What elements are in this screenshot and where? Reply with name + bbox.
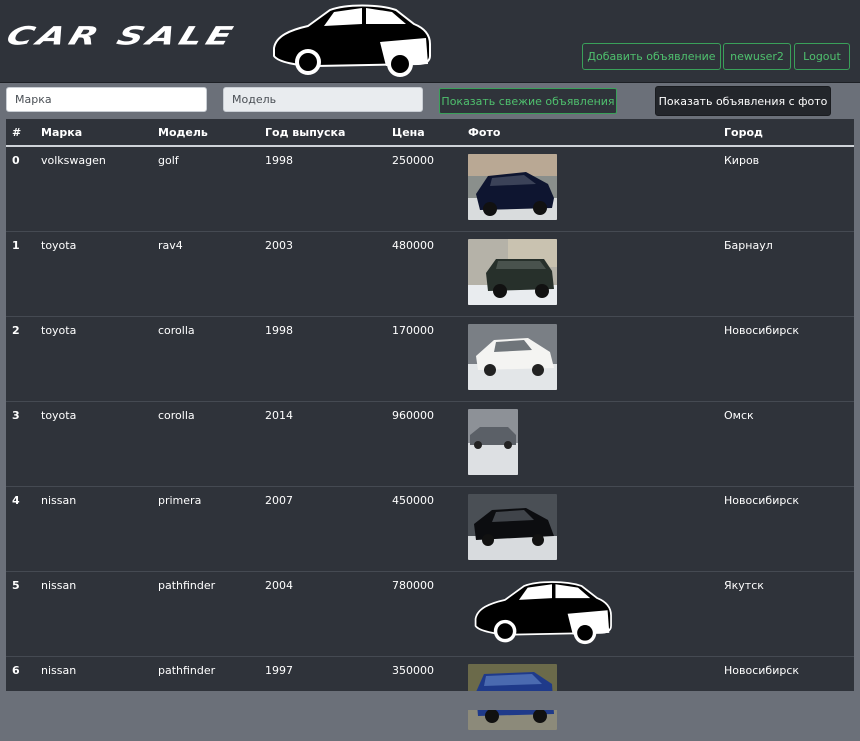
row-year: 2014 <box>259 402 386 487</box>
add-listing-button[interactable]: Добавить объявление <box>582 43 721 70</box>
row-brand: toyota <box>35 317 152 402</box>
row-price: 960000 <box>386 402 462 487</box>
row-brand: toyota <box>35 232 152 317</box>
green-suv-photo[interactable] <box>468 239 557 305</box>
row-price: 780000 <box>386 572 462 657</box>
col-header-city: Город <box>718 119 854 146</box>
row-city: Новосибирск <box>718 317 854 402</box>
dark-hatchback-photo[interactable] <box>468 154 557 220</box>
brand-input[interactable] <box>6 87 207 112</box>
row-brand: nissan <box>35 572 152 657</box>
table-header-row: # Марка Модель Год выпуска Цена Фото Гор… <box>6 119 854 146</box>
row-price: 250000 <box>386 146 462 232</box>
col-header-price: Цена <box>386 119 462 146</box>
logo-car-icon <box>268 2 433 78</box>
col-header-number: # <box>6 119 35 146</box>
show-fresh-button[interactable]: Показать свежие объявления <box>439 88 617 114</box>
logout-button[interactable]: Logout <box>794 43 850 70</box>
row-year: 2004 <box>259 572 386 657</box>
col-header-photo: Фото <box>462 119 718 146</box>
row-brand: nissan <box>35 487 152 572</box>
user-button[interactable]: newuser2 <box>723 43 791 70</box>
listings-table: # Марка Модель Год выпуска Цена Фото Гор… <box>6 119 854 691</box>
model-input[interactable] <box>223 87 423 112</box>
row-number: 4 <box>6 487 35 572</box>
table-row[interactable]: 4 nissan primera 2007 450000 <box>6 487 854 572</box>
row-model: pathfinder <box>152 572 259 657</box>
placeholder-car-silhouette[interactable] <box>468 579 616 645</box>
row-number: 2 <box>6 317 35 402</box>
table-row[interactable]: 0 volkswagen golf 1998 250000 <box>6 146 854 232</box>
row-price: 480000 <box>386 232 462 317</box>
logo-text[interactable]: CAR SALE <box>3 22 240 51</box>
table-row[interactable]: 5 nissan pathfinder 2004 780000 <box>6 572 854 657</box>
row-city: Якутск <box>718 572 854 657</box>
row-model: primera <box>152 487 259 572</box>
col-header-model: Модель <box>152 119 259 146</box>
row-year: 2007 <box>259 487 386 572</box>
row-price: 170000 <box>386 317 462 402</box>
table-row[interactable]: 3 toyota corolla 2014 960000 Омск <box>6 402 854 487</box>
row-model: corolla <box>152 402 259 487</box>
row-model: corolla <box>152 317 259 402</box>
row-city: Киров <box>718 146 854 232</box>
col-header-brand: Марка <box>35 119 152 146</box>
footer-bar <box>0 691 860 710</box>
row-year: 1998 <box>259 146 386 232</box>
row-number: 0 <box>6 146 35 232</box>
row-brand: volkswagen <box>35 146 152 232</box>
table-row[interactable]: 1 toyota rav4 2003 480000 <box>6 232 854 317</box>
row-city: Барнаул <box>718 232 854 317</box>
row-model: rav4 <box>152 232 259 317</box>
row-number: 3 <box>6 402 35 487</box>
white-sedan-photo[interactable] <box>468 324 557 390</box>
black-sedan-photo[interactable] <box>468 494 557 560</box>
header-bar: CAR SALE Добавить объявление newuser2 Lo… <box>0 0 860 83</box>
row-price: 450000 <box>386 487 462 572</box>
row-brand: toyota <box>35 402 152 487</box>
col-header-year: Год выпуска <box>259 119 386 146</box>
grey-sedan-photo[interactable] <box>468 409 518 475</box>
row-model: golf <box>152 146 259 232</box>
row-number: 5 <box>6 572 35 657</box>
row-number: 1 <box>6 232 35 317</box>
show-with-photo-button[interactable]: Показать объявления с фото <box>655 86 831 116</box>
row-year: 1998 <box>259 317 386 402</box>
table-row[interactable]: 2 toyota corolla 1998 170000 <box>6 317 854 402</box>
row-year: 2003 <box>259 232 386 317</box>
filter-bar: Показать свежие объявления Показать объя… <box>0 83 860 119</box>
row-city: Новосибирск <box>718 487 854 572</box>
row-city: Омск <box>718 402 854 487</box>
